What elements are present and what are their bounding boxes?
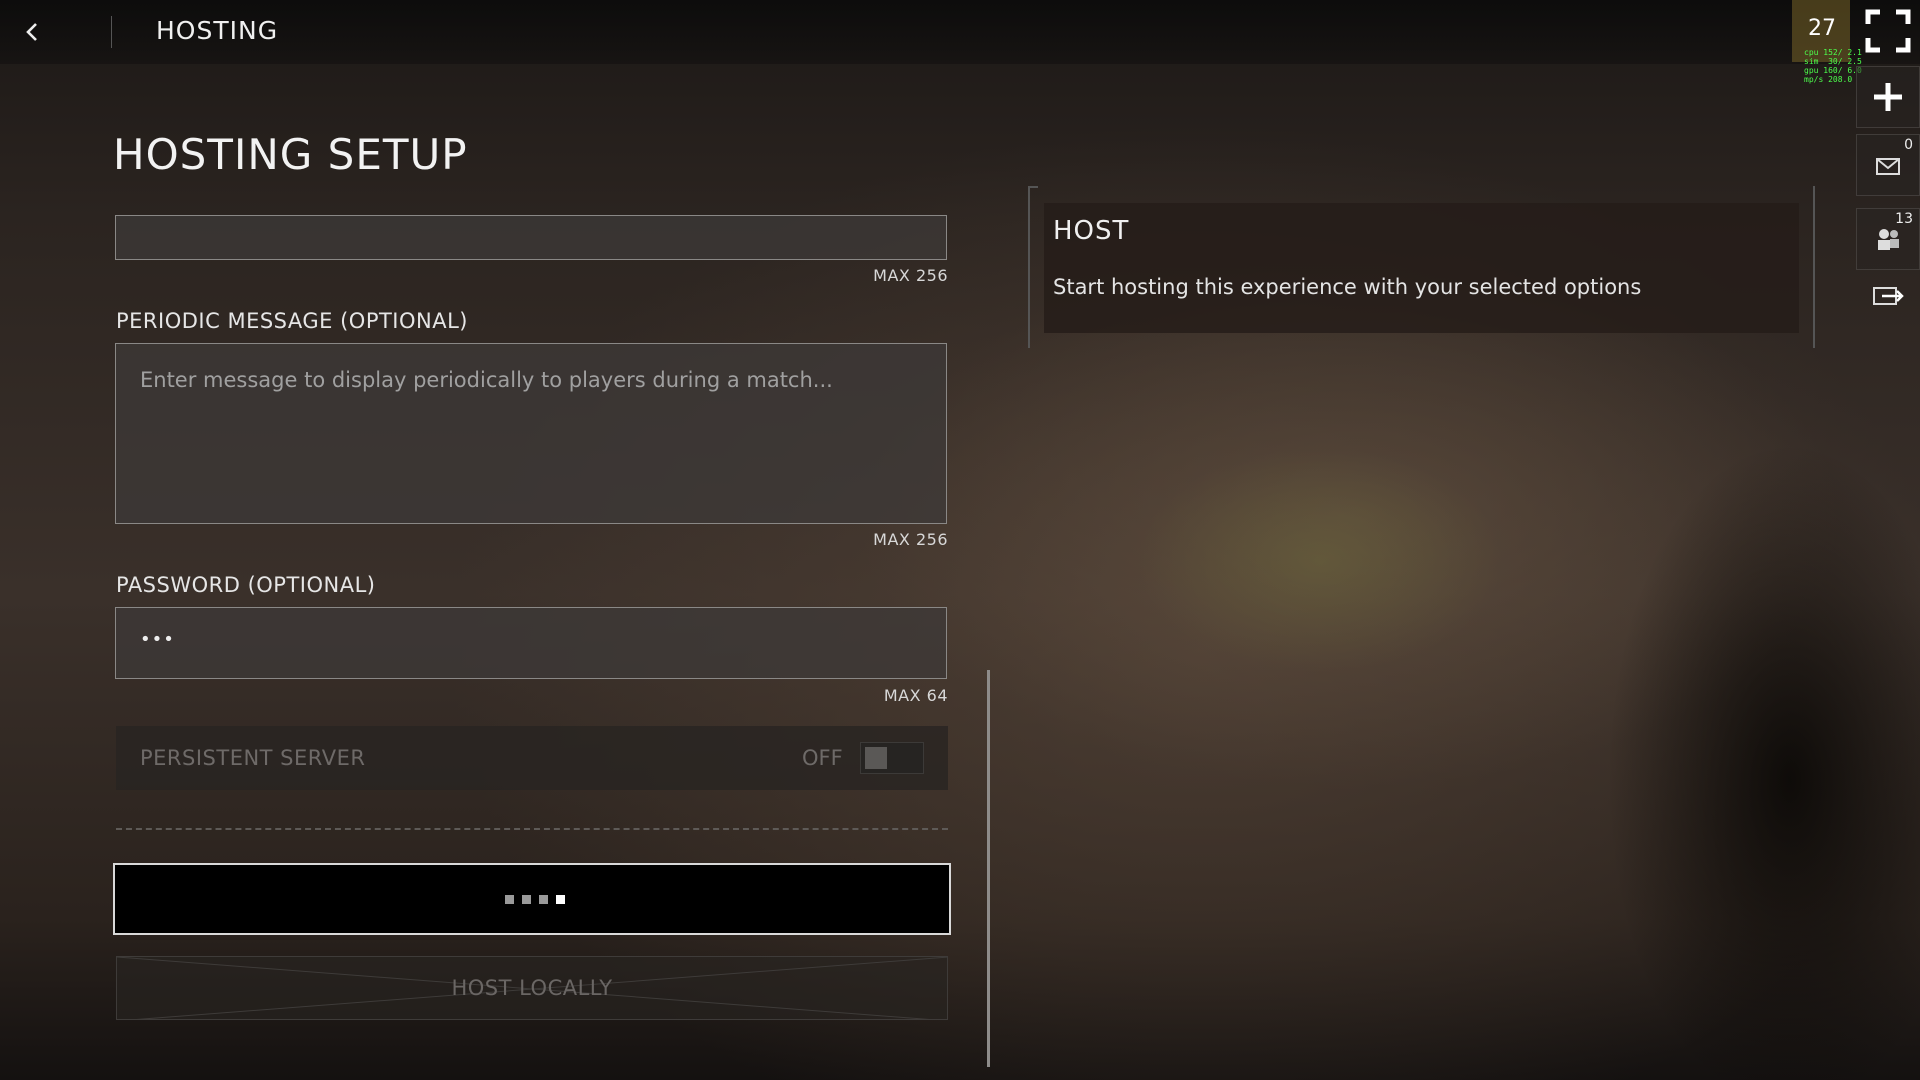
loading-indicator	[505, 895, 565, 904]
password-field[interactable]: •••	[115, 607, 947, 679]
info-panel: HOST Start hosting this experience with …	[1044, 203, 1799, 333]
perf-gpu: gpu 160/ 6.0	[1804, 66, 1862, 75]
info-description: Start hosting this experience with your …	[1053, 275, 1642, 299]
perf-sim: sim 30/ 2.5	[1804, 57, 1862, 66]
back-button[interactable]	[14, 14, 50, 50]
host-button[interactable]	[113, 863, 951, 935]
perf-mps: mp/s 208.0	[1804, 75, 1853, 84]
periodic-message-max-label: MAX 256	[873, 530, 948, 549]
back-arrow-icon	[26, 23, 37, 41]
info-title: HOST	[1053, 216, 1130, 246]
fullscreen-icon	[1865, 9, 1911, 53]
server-description-field[interactable]	[115, 215, 947, 260]
perf-cpu: cpu 152/ 2.1	[1804, 48, 1862, 57]
scrollbar[interactable]	[987, 670, 990, 1067]
add-button[interactable]	[1856, 66, 1920, 128]
top-title: HOSTING	[156, 16, 279, 45]
password-max-label: MAX 64	[883, 686, 948, 705]
friends-count: 13	[1895, 211, 1913, 227]
persistent-server-state: OFF	[802, 746, 843, 770]
persistent-server-toggle[interactable]	[860, 742, 924, 774]
messages-button[interactable]: 0	[1856, 134, 1920, 196]
top-bar: HOSTING	[0, 0, 1920, 64]
periodic-message-label: PERIODIC MESSAGE (OPTIONAL)	[116, 309, 469, 333]
exit-icon	[1873, 287, 1904, 305]
exit-button[interactable]	[1856, 276, 1920, 338]
periodic-message-placeholder: Enter message to display periodically to…	[140, 368, 833, 392]
password-label: PASSWORD (OPTIONAL)	[116, 573, 376, 597]
top-divider	[111, 16, 112, 48]
section-divider	[116, 828, 948, 830]
toggle-knob	[865, 747, 887, 769]
performance-overlay: 27 cpu 152/ 2.1 sim 30/ 2.5 gpu 160/ 6.0 mp…	[1792, 0, 1862, 84]
plus-icon	[1874, 83, 1902, 111]
friends-button[interactable]: 13	[1856, 208, 1920, 270]
fps-counter: 27	[1808, 16, 1836, 41]
host-locally-label: HOST LOCALLY	[451, 976, 613, 1000]
host-locally-button[interactable]: HOST LOCALLY	[116, 956, 948, 1020]
password-value: •••	[140, 629, 175, 650]
description-max-label: MAX 256	[873, 266, 948, 285]
perf-stats: cpu 152/ 2.1 sim 30/ 2.5 gpu 160/ 6.0 mp/s …	[1804, 48, 1862, 84]
persistent-server-row[interactable]: PERSISTENT SERVER OFF	[116, 726, 948, 790]
persistent-server-label: PERSISTENT SERVER	[140, 746, 366, 770]
messages-count: 0	[1904, 137, 1913, 153]
fullscreen-button[interactable]	[1856, 0, 1920, 62]
periodic-message-field[interactable]: Enter message to display periodically to…	[115, 343, 947, 524]
page-title: HOSTING SETUP	[113, 130, 468, 179]
